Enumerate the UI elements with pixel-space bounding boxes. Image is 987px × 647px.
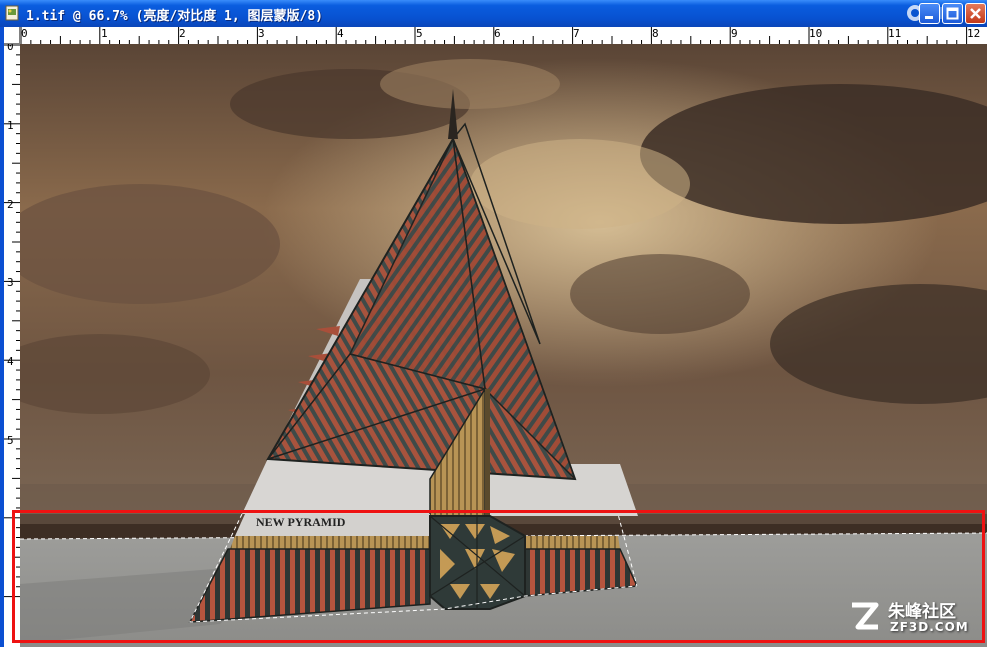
ruler-h-label: 9 — [731, 27, 738, 40]
ruler-h-label: 5 — [416, 27, 423, 40]
title-bar: 1.tif @ 66.7% (亮度/对比度 1, 图层蒙版/8) — [0, 0, 987, 27]
close-icon — [970, 8, 981, 19]
ruler-h-label: 8 — [652, 27, 659, 40]
watermark-domain: ZF3D.COM — [890, 620, 969, 634]
ruler-v-label: 1 — [7, 119, 14, 132]
highlight-rectangle — [12, 510, 985, 643]
horizontal-ruler[interactable]: 0 1 2 3 4 5 6 7 8 9 10 11 12 — [20, 27, 987, 45]
zf3d-logo-icon — [852, 602, 879, 630]
watermark-name: 朱峰社区 — [888, 602, 956, 622]
ruler-h-label: 12 — [967, 27, 981, 40]
ruler-v-label: 3 — [7, 276, 14, 289]
ruler-v-label: 4 — [7, 355, 14, 368]
ruler-h-label: 11 — [888, 27, 902, 40]
ruler-h-label: 10 — [809, 27, 823, 40]
maximize-button[interactable] — [942, 3, 963, 24]
horizontal-ruler-ticks — [20, 27, 968, 44]
ruler-h-label: 6 — [494, 27, 501, 40]
ruler-v-label: 5 — [7, 434, 14, 447]
maximize-icon — [946, 7, 959, 20]
ruler-v-label: 0 — [7, 44, 14, 53]
minimize-icon — [925, 16, 933, 19]
ruler-v-label: 2 — [7, 198, 14, 211]
ruler-h-label: 3 — [258, 27, 265, 40]
watermark: 朱峰社区 ZF3D.COM — [848, 597, 980, 639]
ruler-h-label: 7 — [573, 27, 580, 40]
ruler-origin[interactable] — [4, 27, 20, 44]
ruler-h-label: 4 — [337, 27, 344, 40]
close-button[interactable] — [965, 3, 986, 24]
ruler-h-label: 0 — [21, 27, 28, 40]
tif-document-icon — [5, 5, 19, 21]
ruler-h-label: 1 — [101, 27, 108, 40]
window-title: 1.tif @ 66.7% (亮度/对比度 1, 图层蒙版/8) — [26, 9, 324, 24]
ruler-h-label: 2 — [179, 27, 186, 40]
minimize-button[interactable] — [919, 3, 940, 24]
